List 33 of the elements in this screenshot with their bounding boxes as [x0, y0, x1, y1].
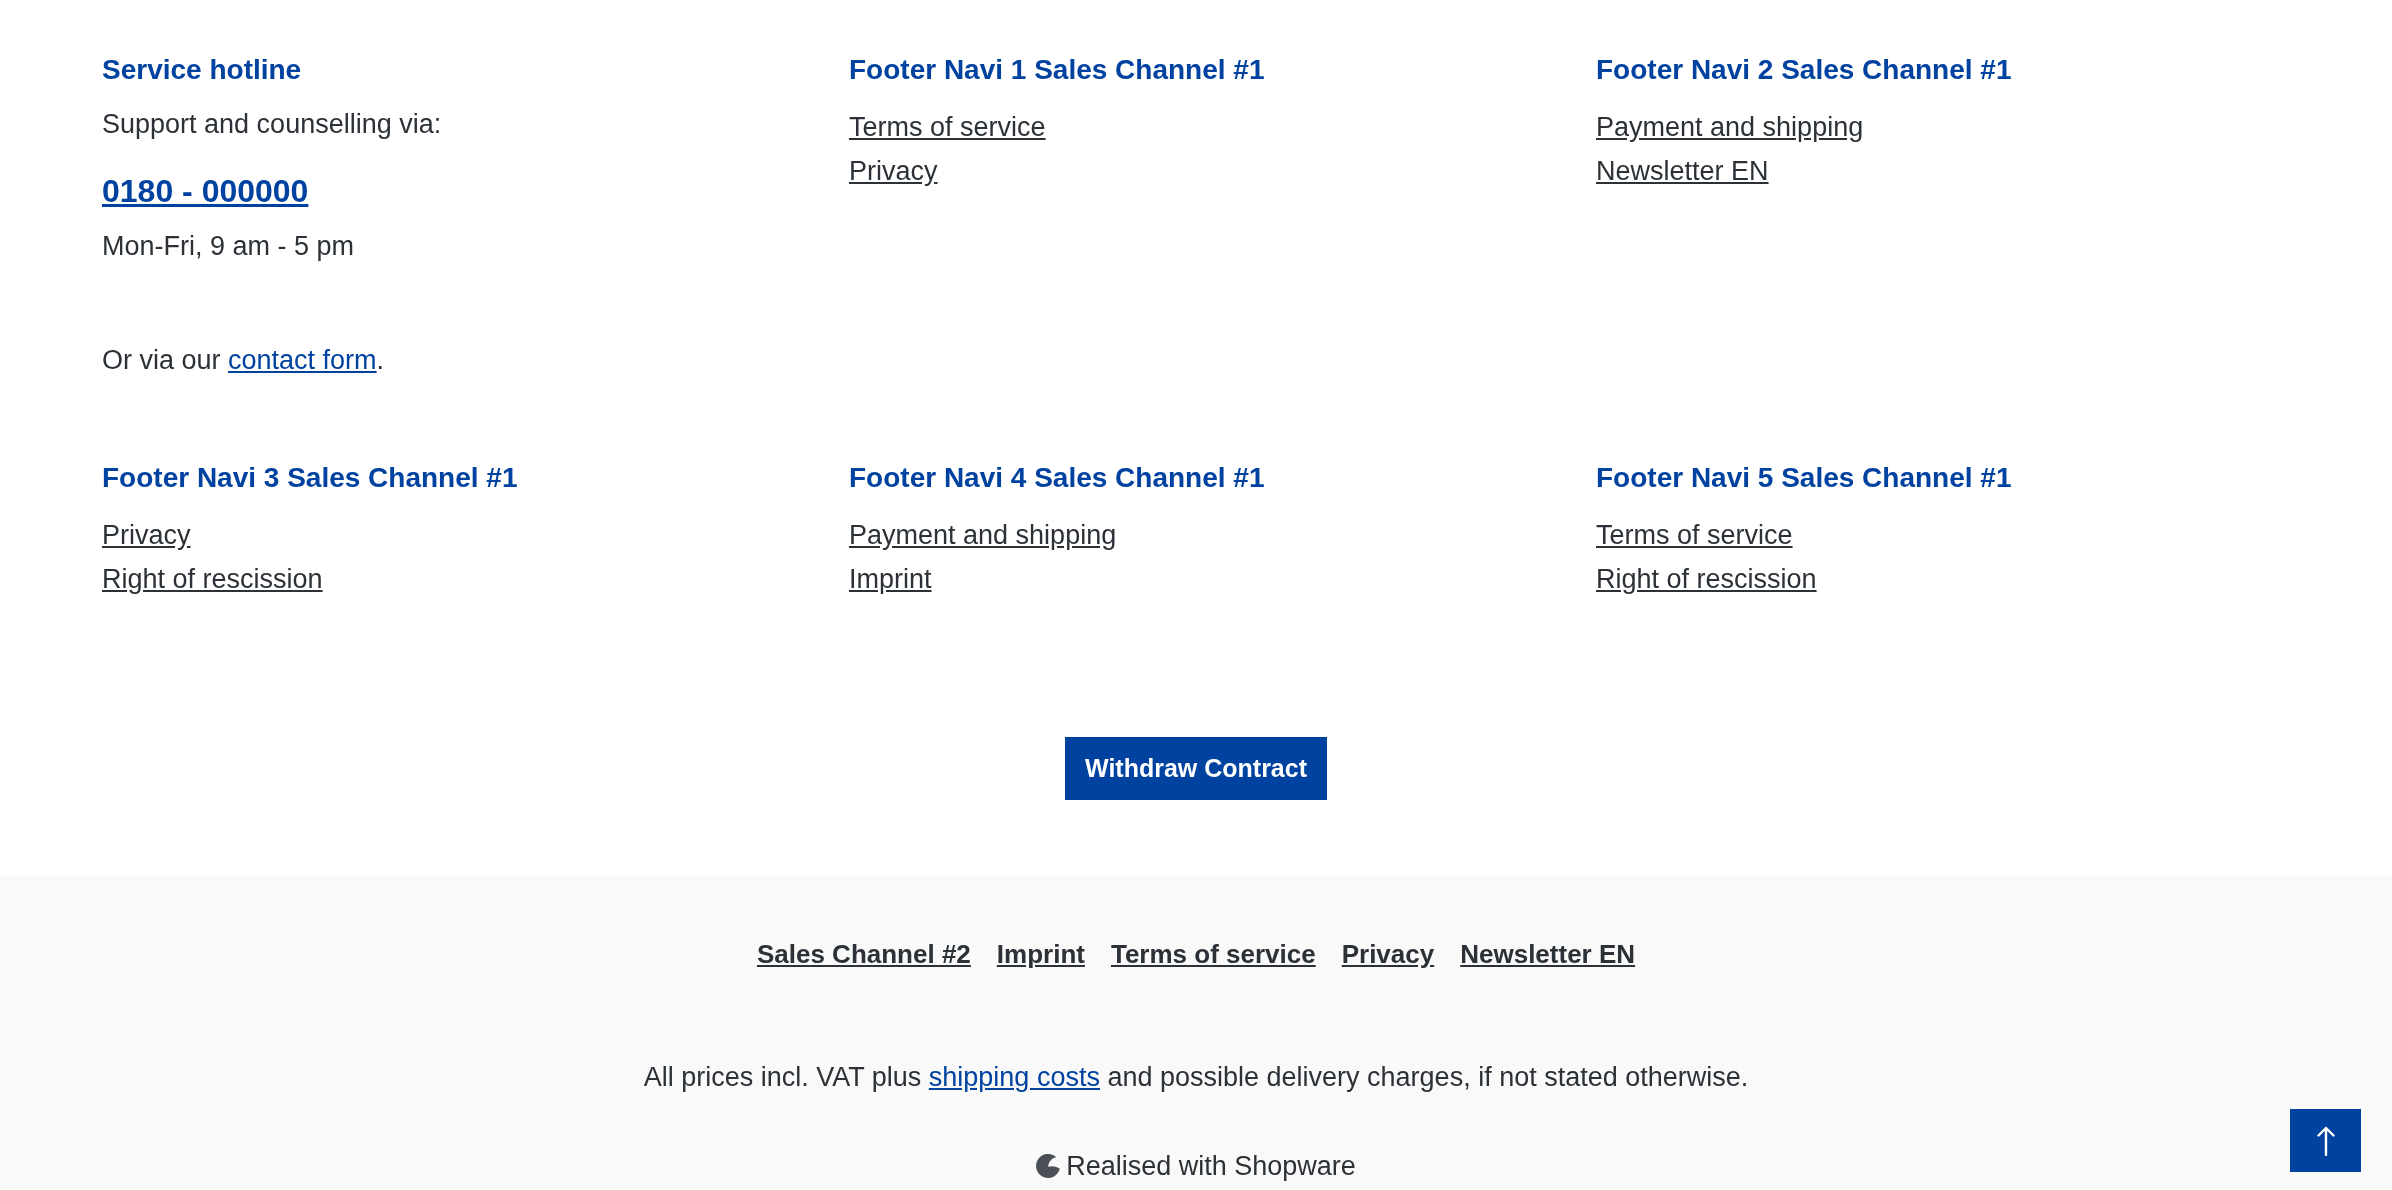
scroll-to-top-button[interactable] [2290, 1109, 2361, 1172]
shipping-costs-link[interactable]: shipping costs [928, 1062, 1100, 1092]
footer-service-link[interactable]: Newsletter EN [1460, 936, 1636, 972]
footer-link[interactable]: Right of rescission [1596, 564, 1817, 594]
credit-text: Realised with Shopware [1066, 1150, 1356, 1183]
footer-heading: Footer Navi 5 Sales Channel #1 [1596, 462, 2013, 494]
footer-link[interactable]: Terms of service [849, 112, 1046, 142]
footer-link[interactable]: Newsletter EN [1596, 156, 1769, 186]
phone-link[interactable]: 0180 - 000000 [102, 171, 309, 211]
footer-link[interactable]: Payment and shipping [1596, 112, 1864, 142]
footer-heading: Footer Navi 3 Sales Channel #1 [102, 462, 519, 494]
footer-link[interactable]: Terms of service [1596, 520, 1793, 550]
arrow-up-icon [2316, 1125, 2335, 1156]
footer-service-link[interactable]: Sales Channel #2 [756, 936, 971, 972]
footer-link[interactable]: Imprint [849, 564, 932, 594]
footer-heading: Footer Navi 1 Sales Channel #1 [849, 54, 1266, 86]
footer-link[interactable]: Privacy [102, 520, 191, 550]
footer-heading: Footer Navi 2 Sales Channel #1 [1596, 54, 2013, 86]
footer-service-link[interactable]: Imprint [996, 936, 1085, 972]
footer-link[interactable]: Privacy [849, 156, 938, 186]
logo-icon [1036, 1154, 1061, 1178]
footer-heading: Footer Navi 4 Sales Channel #1 [849, 462, 1266, 494]
hours-text: Mon-Fri, 9 am - 5 pm [102, 230, 356, 263]
footer-link[interactable]: Payment and shipping [849, 520, 1117, 550]
price-notice: All prices incl. VAT plus shipping costs and possible delivery charges, if not stated otherwise. [642, 1061, 1750, 1094]
support-text: Support and counselling via: [102, 108, 443, 141]
footer-heading: Service hotline [102, 54, 303, 86]
contact-note: Or via our contact form. [102, 344, 386, 377]
withdraw-contract-button[interactable]: Withdraw Contract [1065, 737, 1327, 800]
footer-service-link[interactable]: Privacy [1341, 936, 1435, 972]
footer-service-link[interactable]: Terms of service [1110, 936, 1316, 972]
footer-link[interactable]: Right of rescission [102, 564, 323, 594]
contact-form-link[interactable]: contact form [228, 345, 377, 375]
